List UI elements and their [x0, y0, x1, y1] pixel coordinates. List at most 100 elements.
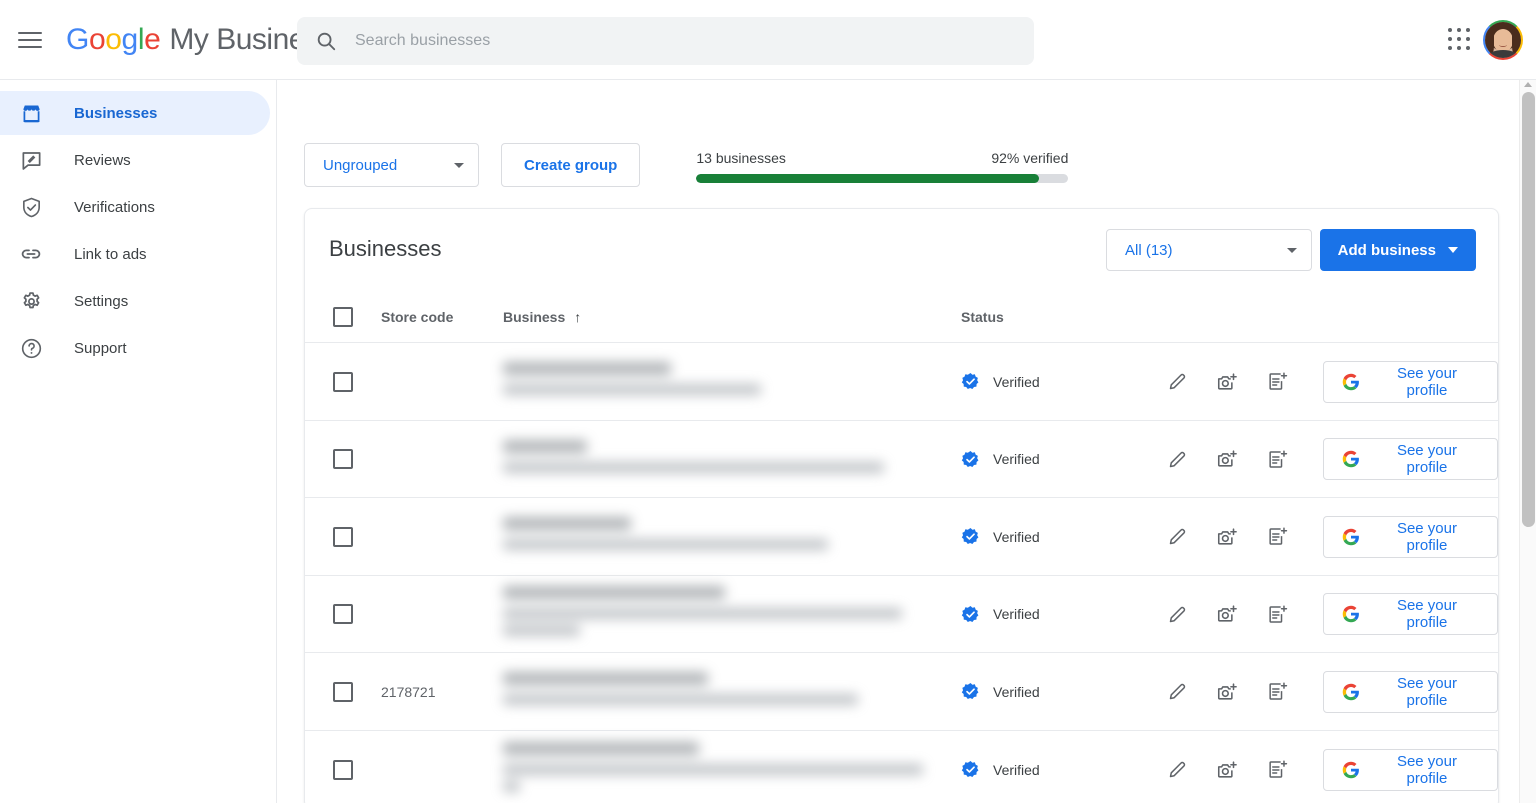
row-actions: See your profile: [1156, 670, 1498, 714]
status-filter-dropdown[interactable]: All (13): [1106, 229, 1312, 271]
business-name-redacted: [503, 439, 884, 479]
add-photo-icon[interactable]: [1206, 592, 1250, 636]
app-root: Google My Business Search businesses Bus…: [0, 0, 1536, 803]
brand-logo[interactable]: Google My Business: [66, 23, 334, 57]
row-checkbox[interactable]: [333, 526, 353, 547]
google-g-icon: [1342, 373, 1360, 391]
business-name-cell[interactable]: [503, 586, 961, 642]
add-photo-icon[interactable]: [1206, 437, 1250, 481]
sidebar-item-verifications[interactable]: Verifications: [0, 185, 270, 229]
see-your-profile-button[interactable]: See your profile: [1322, 748, 1498, 791]
edit-pencil-icon[interactable]: [1156, 360, 1200, 404]
scrollbar-thumb[interactable]: [1522, 92, 1535, 527]
sidebar-nav: Businesses Reviews Verifications Link to…: [0, 80, 277, 803]
row-actions: See your profile: [1156, 360, 1498, 404]
add-post-icon[interactable]: [1255, 360, 1299, 404]
business-name-redacted: [503, 362, 761, 401]
status-label: Verified: [993, 451, 1040, 467]
see-your-profile-label: See your profile: [1396, 519, 1457, 554]
add-business-button[interactable]: Add business: [1319, 229, 1476, 271]
table-row[interactable]: Verified See your profile: [305, 498, 1498, 576]
row-actions: See your profile: [1156, 515, 1498, 559]
add-post-icon[interactable]: [1255, 670, 1299, 714]
add-photo-icon[interactable]: [1206, 515, 1250, 559]
sidebar-item-label: Link to ads: [74, 245, 147, 263]
progress-fill: [696, 174, 1039, 183]
status-cell: Verified: [961, 760, 1156, 779]
see-your-profile-button[interactable]: See your profile: [1322, 670, 1498, 713]
table-row[interactable]: Verified See your profile: [305, 731, 1498, 803]
table-row[interactable]: Verified See your profile: [305, 576, 1498, 653]
table-row[interactable]: 2178721 Verified See your profile: [305, 653, 1498, 731]
business-name-cell[interactable]: [503, 439, 961, 479]
apps-grid-icon[interactable]: [1446, 26, 1474, 54]
see-your-profile-label: See your profile: [1396, 442, 1457, 476]
table-header-row: Store code Business ↑ Status: [305, 291, 1498, 343]
see-your-profile-button[interactable]: See your profile: [1322, 515, 1498, 558]
sidebar-item-link-to-ads[interactable]: Link to ads: [0, 232, 270, 276]
link-icon: [16, 242, 46, 266]
scroll-up-arrow-icon[interactable]: [1524, 82, 1532, 87]
google-g-icon: [1342, 450, 1360, 468]
business-name-cell[interactable]: [503, 517, 961, 556]
column-header-store-code[interactable]: Store code: [381, 309, 503, 325]
add-post-icon[interactable]: [1255, 748, 1299, 792]
group-filter-dropdown[interactable]: Ungrouped: [304, 143, 479, 187]
sidebar-item-reviews[interactable]: Reviews: [0, 138, 270, 182]
sidebar-item-support[interactable]: Support: [0, 326, 270, 370]
avatar[interactable]: [1483, 20, 1523, 60]
status-label: Verified: [993, 373, 1040, 390]
edit-pencil-icon[interactable]: [1156, 515, 1200, 559]
edit-pencil-icon[interactable]: [1156, 437, 1200, 481]
google-wordmark: Google: [66, 22, 161, 56]
sidebar-item-label: Support: [74, 339, 127, 357]
search-bar[interactable]: [297, 17, 1034, 65]
row-checkbox[interactable]: [333, 604, 353, 624]
see-your-profile-button[interactable]: See your profile: [1322, 438, 1498, 480]
column-header-status[interactable]: Status: [961, 309, 1156, 325]
card-header: Businesses All (13) Add business: [305, 209, 1498, 291]
group-filter-value: Ungrouped: [323, 156, 398, 174]
sort-ascending-icon: ↑: [574, 308, 582, 325]
add-post-icon[interactable]: [1255, 592, 1299, 636]
business-name-redacted: [503, 517, 828, 556]
edit-pencil-icon[interactable]: [1156, 748, 1200, 792]
create-group-button[interactable]: Create group: [501, 143, 641, 187]
add-photo-icon[interactable]: [1206, 360, 1250, 404]
status-cell: Verified: [961, 682, 1156, 701]
table-row[interactable]: Verified See your profile: [305, 343, 1498, 421]
search-input[interactable]: [353, 19, 953, 63]
status-cell: Verified: [961, 372, 1156, 391]
table-row[interactable]: Verified See your profile: [305, 421, 1498, 498]
edit-pencil-icon[interactable]: [1156, 670, 1200, 714]
hamburger-menu-icon[interactable]: [6, 16, 54, 64]
business-name-redacted: [503, 586, 902, 642]
business-name-cell[interactable]: [503, 362, 961, 401]
add-photo-icon[interactable]: [1206, 670, 1250, 714]
row-checkbox[interactable]: [333, 759, 353, 780]
row-checkbox[interactable]: [333, 371, 353, 392]
edit-pencil-icon[interactable]: [1156, 592, 1200, 636]
businesses-card: Businesses All (13) Add business Store c…: [304, 208, 1499, 803]
see-your-profile-button[interactable]: See your profile: [1322, 593, 1498, 635]
row-checkbox[interactable]: [333, 681, 353, 702]
sidebar-item-businesses[interactable]: Businesses: [0, 91, 270, 135]
add-post-icon[interactable]: [1255, 437, 1299, 481]
add-photo-icon[interactable]: [1206, 748, 1250, 792]
business-name-cell[interactable]: [503, 672, 961, 711]
see-your-profile-label: See your profile: [1396, 597, 1457, 631]
column-header-business[interactable]: Business ↑: [503, 309, 961, 325]
see-your-profile-button[interactable]: See your profile: [1322, 360, 1498, 403]
sidebar-item-settings[interactable]: Settings: [0, 279, 270, 323]
page-scrollbar[interactable]: [1519, 80, 1536, 803]
review-icon: [16, 149, 46, 172]
status-cell: Verified: [961, 527, 1156, 546]
column-header-business-label: Business: [503, 308, 566, 325]
status-label: Verified: [993, 683, 1040, 700]
add-post-icon[interactable]: [1255, 515, 1299, 559]
row-checkbox[interactable]: [333, 449, 353, 469]
verified-badge-icon: [961, 682, 980, 701]
select-all-checkbox[interactable]: [333, 306, 353, 327]
page-title: Businesses: [329, 236, 442, 261]
business-name-cell[interactable]: [503, 741, 961, 798]
